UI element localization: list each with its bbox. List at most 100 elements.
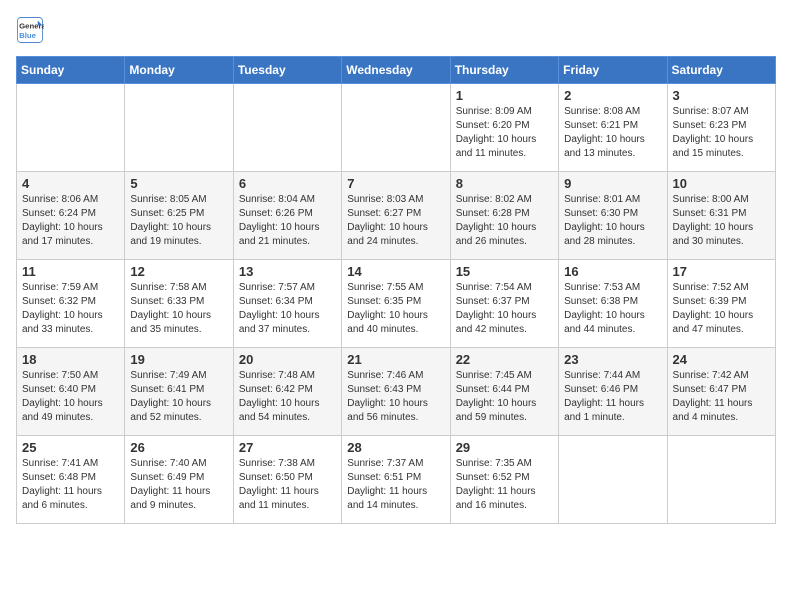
day-number: 29	[456, 440, 553, 455]
day-info: Sunrise: 7:59 AM Sunset: 6:32 PM Dayligh…	[22, 281, 119, 337]
day-cell: 19Sunrise: 7:49 AM Sunset: 6:41 PM Dayli…	[125, 348, 233, 436]
day-cell	[233, 84, 341, 172]
day-info: Sunrise: 7:37 AM Sunset: 6:51 PM Dayligh…	[347, 457, 444, 513]
col-header-sunday: Sunday	[17, 57, 125, 84]
day-info: Sunrise: 7:38 AM Sunset: 6:50 PM Dayligh…	[239, 457, 336, 513]
day-info: Sunrise: 7:46 AM Sunset: 6:43 PM Dayligh…	[347, 369, 444, 425]
day-number: 8	[456, 176, 553, 191]
day-cell	[667, 436, 775, 524]
day-number: 11	[22, 264, 119, 279]
header-row: SundayMondayTuesdayWednesdayThursdayFrid…	[17, 57, 776, 84]
day-number: 24	[673, 352, 770, 367]
week-row-1: 1 Sunrise: 8:09 AM Sunset: 6:20 PM Daylig…	[17, 84, 776, 172]
day-info: Sunrise: 7:48 AM Sunset: 6:42 PM Dayligh…	[239, 369, 336, 425]
day-info: Sunrise: 7:42 AM Sunset: 6:47 PM Dayligh…	[673, 369, 770, 425]
day-cell	[17, 84, 125, 172]
week-row-5: 25Sunrise: 7:41 AM Sunset: 6:48 PM Dayli…	[17, 436, 776, 524]
day-number: 6	[239, 176, 336, 191]
day-info: Sunrise: 8:02 AM Sunset: 6:28 PM Dayligh…	[456, 193, 553, 249]
logo-icon: General Blue	[16, 16, 44, 44]
day-cell: 1 Sunrise: 8:09 AM Sunset: 6:20 PM Daylig…	[450, 84, 558, 172]
day-info: Sunrise: 8:05 AM Sunset: 6:25 PM Dayligh…	[130, 193, 227, 249]
day-cell: 11 Sunrise: 7:59 AM Sunset: 6:32 PM Dayli…	[17, 260, 125, 348]
week-row-3: 11 Sunrise: 7:59 AM Sunset: 6:32 PM Dayli…	[17, 260, 776, 348]
day-info: Sunrise: 8:06 AM Sunset: 6:24 PM Dayligh…	[22, 193, 119, 249]
day-cell: 25Sunrise: 7:41 AM Sunset: 6:48 PM Dayli…	[17, 436, 125, 524]
day-cell: 10 Sunrise: 8:00 AM Sunset: 6:31 PM Dayli…	[667, 172, 775, 260]
day-cell: 5 Sunrise: 8:05 AM Sunset: 6:25 PM Daylig…	[125, 172, 233, 260]
day-info: Sunrise: 7:40 AM Sunset: 6:49 PM Dayligh…	[130, 457, 227, 513]
col-header-tuesday: Tuesday	[233, 57, 341, 84]
day-number: 27	[239, 440, 336, 455]
day-cell	[125, 84, 233, 172]
day-cell: 3 Sunrise: 8:07 AM Sunset: 6:23 PM Daylig…	[667, 84, 775, 172]
day-cell: 17Sunrise: 7:52 AM Sunset: 6:39 PM Dayli…	[667, 260, 775, 348]
day-number: 28	[347, 440, 444, 455]
day-info: Sunrise: 7:49 AM Sunset: 6:41 PM Dayligh…	[130, 369, 227, 425]
day-number: 9	[564, 176, 661, 191]
day-cell: 27 Sunrise: 7:38 AM Sunset: 6:50 PM Dayli…	[233, 436, 341, 524]
day-cell: 26 Sunrise: 7:40 AM Sunset: 6:49 PM Dayli…	[125, 436, 233, 524]
day-number: 22	[456, 352, 553, 367]
day-cell: 15Sunrise: 7:54 AM Sunset: 6:37 PM Dayli…	[450, 260, 558, 348]
day-cell: 9 Sunrise: 8:01 AM Sunset: 6:30 PM Daylig…	[559, 172, 667, 260]
col-header-monday: Monday	[125, 57, 233, 84]
day-cell: 23Sunrise: 7:44 AM Sunset: 6:46 PM Dayli…	[559, 348, 667, 436]
calendar-table: SundayMondayTuesdayWednesdayThursdayFrid…	[16, 56, 776, 524]
col-header-saturday: Saturday	[667, 57, 775, 84]
day-cell: 13 Sunrise: 7:57 AM Sunset: 6:34 PM Dayli…	[233, 260, 341, 348]
day-cell: 18 Sunrise: 7:50 AM Sunset: 6:40 PM Dayli…	[17, 348, 125, 436]
day-number: 2	[564, 88, 661, 103]
day-cell: 12Sunrise: 7:58 AM Sunset: 6:33 PM Dayli…	[125, 260, 233, 348]
day-number: 3	[673, 88, 770, 103]
day-cell: 14 Sunrise: 7:55 AM Sunset: 6:35 PM Dayli…	[342, 260, 450, 348]
day-info: Sunrise: 7:55 AM Sunset: 6:35 PM Dayligh…	[347, 281, 444, 337]
day-number: 14	[347, 264, 444, 279]
day-number: 21	[347, 352, 444, 367]
day-number: 26	[130, 440, 227, 455]
day-cell: 7 Sunrise: 8:03 AM Sunset: 6:27 PM Daylig…	[342, 172, 450, 260]
day-cell: 2 Sunrise: 8:08 AM Sunset: 6:21 PM Daylig…	[559, 84, 667, 172]
day-info: Sunrise: 8:01 AM Sunset: 6:30 PM Dayligh…	[564, 193, 661, 249]
day-cell: 28 Sunrise: 7:37 AM Sunset: 6:51 PM Dayli…	[342, 436, 450, 524]
day-number: 7	[347, 176, 444, 191]
day-cell: 21 Sunrise: 7:46 AM Sunset: 6:43 PM Dayli…	[342, 348, 450, 436]
day-cell: 20 Sunrise: 7:48 AM Sunset: 6:42 PM Dayli…	[233, 348, 341, 436]
day-info: Sunrise: 8:00 AM Sunset: 6:31 PM Dayligh…	[673, 193, 770, 249]
day-info: Sunrise: 7:35 AM Sunset: 6:52 PM Dayligh…	[456, 457, 553, 513]
logo: General Blue	[16, 16, 48, 44]
day-info: Sunrise: 8:03 AM Sunset: 6:27 PM Dayligh…	[347, 193, 444, 249]
day-cell: 16Sunrise: 7:53 AM Sunset: 6:38 PM Dayli…	[559, 260, 667, 348]
svg-text:Blue: Blue	[19, 31, 37, 40]
day-info: Sunrise: 8:09 AM Sunset: 6:20 PM Dayligh…	[456, 105, 553, 161]
day-number: 1	[456, 88, 553, 103]
day-number: 13	[239, 264, 336, 279]
day-info: Sunrise: 8:08 AM Sunset: 6:21 PM Dayligh…	[564, 105, 661, 161]
day-number: 23	[564, 352, 661, 367]
day-info: Sunrise: 8:04 AM Sunset: 6:26 PM Dayligh…	[239, 193, 336, 249]
day-number: 20	[239, 352, 336, 367]
col-header-thursday: Thursday	[450, 57, 558, 84]
day-cell	[559, 436, 667, 524]
page-header: General Blue	[16, 16, 776, 44]
col-header-friday: Friday	[559, 57, 667, 84]
day-info: Sunrise: 7:45 AM Sunset: 6:44 PM Dayligh…	[456, 369, 553, 425]
day-cell: 22 Sunrise: 7:45 AM Sunset: 6:44 PM Dayli…	[450, 348, 558, 436]
day-info: Sunrise: 8:07 AM Sunset: 6:23 PM Dayligh…	[673, 105, 770, 161]
week-row-2: 4Sunrise: 8:06 AM Sunset: 6:24 PM Daylig…	[17, 172, 776, 260]
day-cell: 8 Sunrise: 8:02 AM Sunset: 6:28 PM Daylig…	[450, 172, 558, 260]
day-number: 25	[22, 440, 119, 455]
day-info: Sunrise: 7:57 AM Sunset: 6:34 PM Dayligh…	[239, 281, 336, 337]
day-number: 16	[564, 264, 661, 279]
week-row-4: 18 Sunrise: 7:50 AM Sunset: 6:40 PM Dayli…	[17, 348, 776, 436]
day-number: 15	[456, 264, 553, 279]
col-header-wednesday: Wednesday	[342, 57, 450, 84]
day-info: Sunrise: 7:50 AM Sunset: 6:40 PM Dayligh…	[22, 369, 119, 425]
day-number: 18	[22, 352, 119, 367]
day-number: 12	[130, 264, 227, 279]
svg-text:General: General	[19, 21, 44, 30]
day-number: 5	[130, 176, 227, 191]
day-cell	[342, 84, 450, 172]
day-cell: 6 Sunrise: 8:04 AM Sunset: 6:26 PM Daylig…	[233, 172, 341, 260]
day-number: 10	[673, 176, 770, 191]
